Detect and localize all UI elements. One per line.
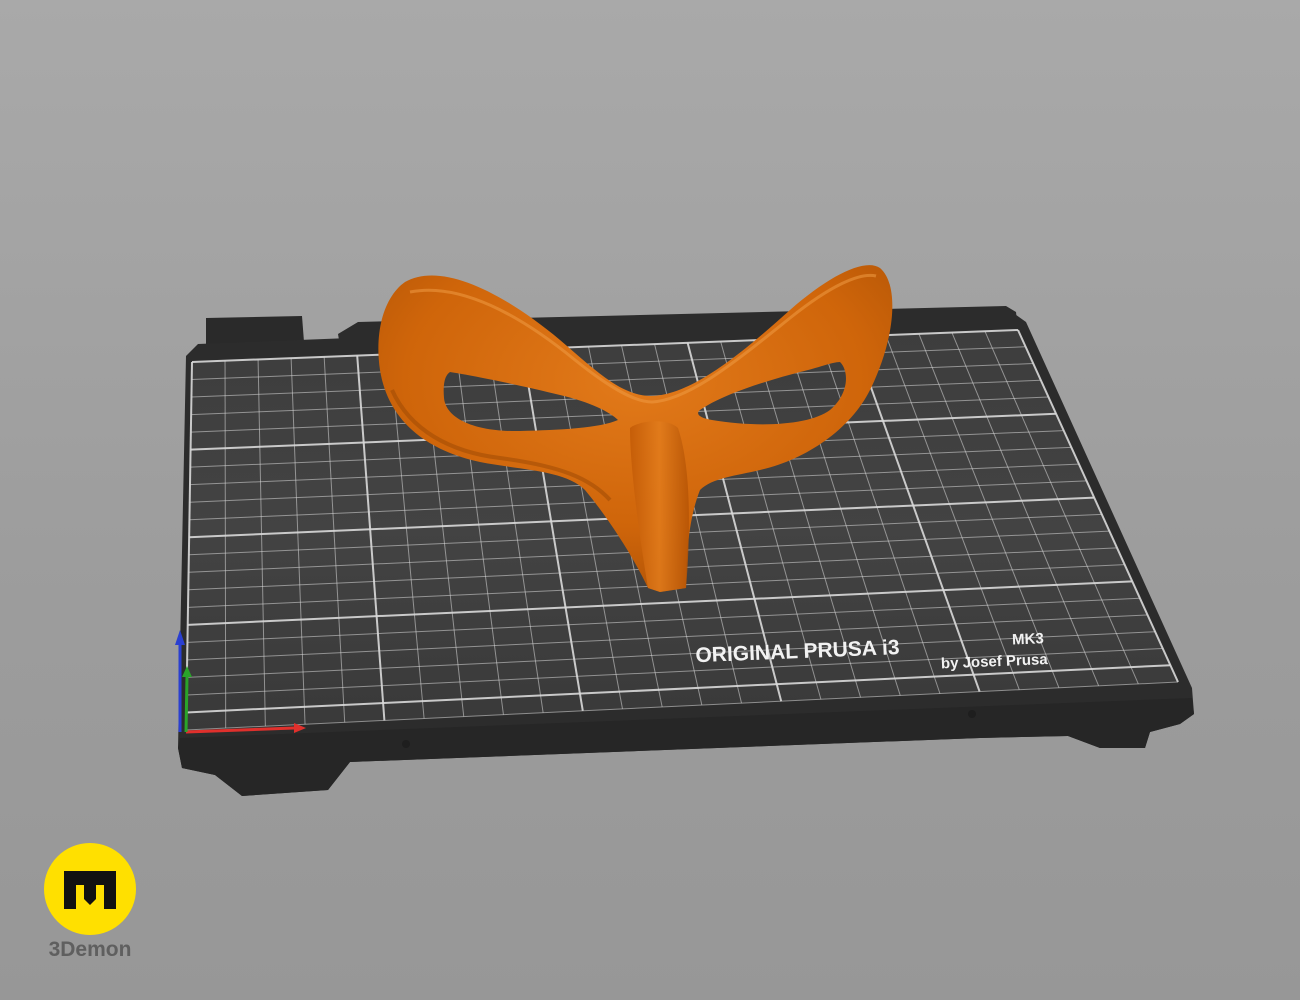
grid-line-vertical (224, 360, 227, 729)
bed-screw (402, 740, 410, 748)
3d-viewport[interactable]: ORIGINAL PRUSA i3 MK3 by Josef Prusa (0, 0, 1300, 1000)
bed-screw (968, 710, 976, 718)
y-axis (184, 675, 189, 733)
brand-name: 3Demon (48, 938, 132, 961)
bed-model-text: MK3 (1012, 630, 1044, 648)
bed-back-tab (206, 316, 304, 344)
3demon-logo-icon (44, 843, 136, 935)
